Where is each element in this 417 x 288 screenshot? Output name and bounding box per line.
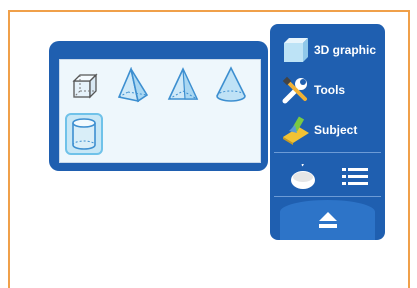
cone-icon: [216, 66, 246, 102]
cylinder-icon: [72, 118, 96, 150]
toolbar-item-subject[interactable]: Subject: [270, 112, 385, 148]
cube-button[interactable]: [66, 66, 104, 108]
toolbar-item-label: 3D graphic: [314, 43, 377, 57]
toolbar-item-3d-graphic[interactable]: 3D graphic: [270, 32, 385, 68]
collapse-button[interactable]: [280, 200, 375, 240]
cylinder-button[interactable]: [65, 113, 103, 155]
subject-icon: [280, 114, 312, 146]
tools-icon: [280, 74, 312, 106]
toolbar-item-tools[interactable]: Tools: [270, 72, 385, 108]
toolbar-divider: [274, 196, 381, 197]
eject-icon: [318, 212, 337, 228]
list-button[interactable]: [342, 166, 368, 188]
pyramid-square-icon: [117, 67, 149, 103]
pyramid-triangle-button[interactable]: [164, 64, 202, 106]
cone-button[interactable]: [212, 64, 250, 106]
shape-grid: [59, 59, 261, 163]
cube-graphic-icon: [280, 34, 312, 66]
mouse-icon: [291, 163, 315, 189]
mouse-button[interactable]: [288, 163, 318, 190]
toolbar-item-label: Tools: [314, 83, 346, 97]
toolbar: 3D graphic Tools Subject: [270, 24, 385, 240]
toolbar-divider: [274, 152, 381, 153]
pyramid-triangle-icon: [167, 67, 199, 100]
shape-panel: [49, 41, 268, 171]
cube-icon: [72, 73, 98, 99]
toolbar-item-label: Subject: [314, 123, 358, 137]
pyramid-square-button[interactable]: [114, 64, 152, 106]
list-icon: [342, 168, 368, 185]
